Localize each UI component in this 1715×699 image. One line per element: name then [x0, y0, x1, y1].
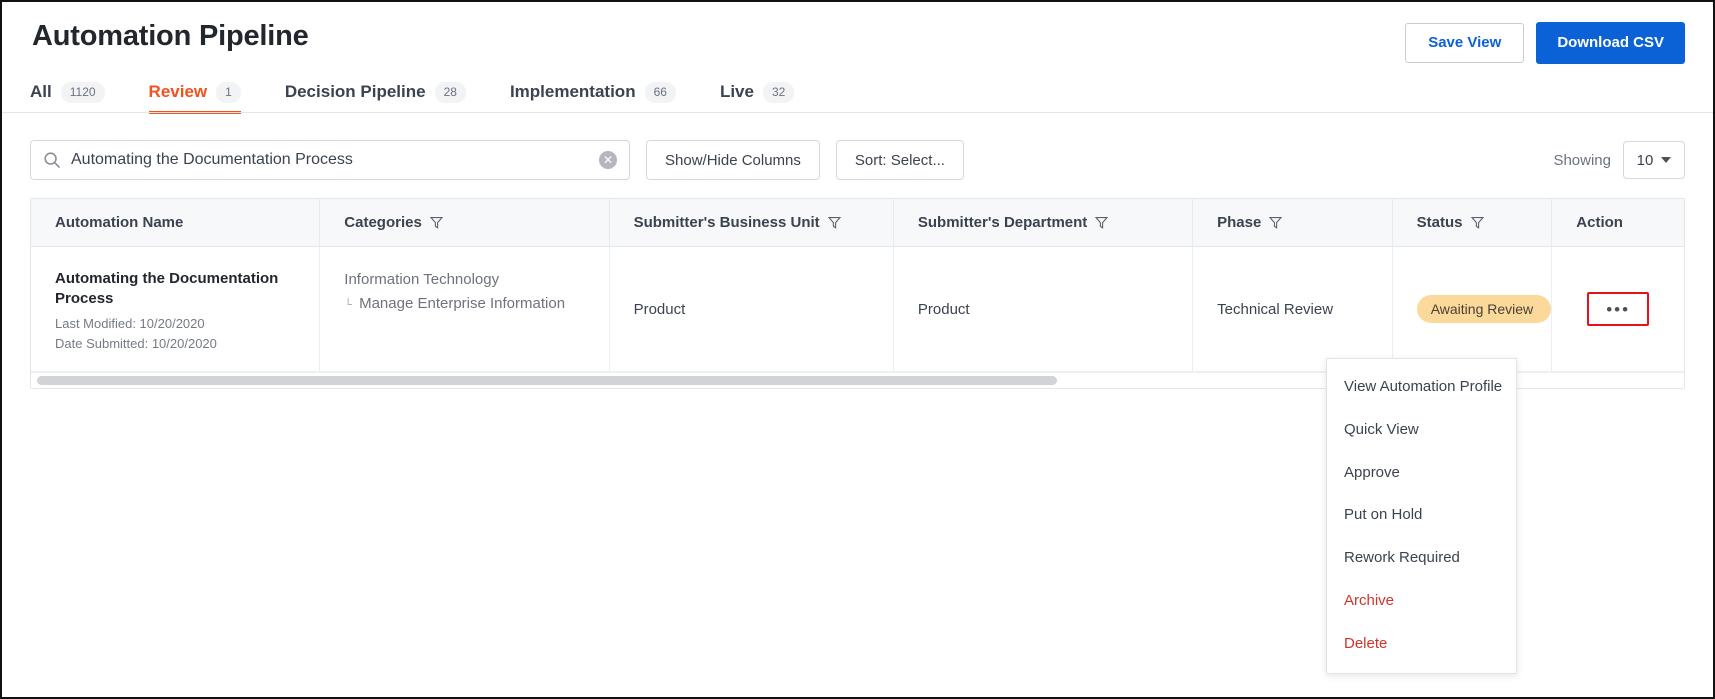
header-actions: Save View Download CSV — [1405, 22, 1685, 64]
row-actions-menu-button[interactable]: ••• — [1587, 292, 1650, 326]
tab-implementation[interactable]: Implementation 66 — [509, 81, 698, 114]
tab-bar-divider — [2, 112, 1713, 113]
cell-department: Product — [894, 247, 1194, 371]
phase-text: Technical Review — [1217, 300, 1334, 318]
tab-review[interactable]: Review 1 — [148, 81, 263, 115]
chevron-down-icon — [1661, 157, 1672, 163]
category-parent-text: Information Technology — [344, 271, 500, 288]
tab-review-count: 1 — [216, 81, 241, 103]
sort-select-button[interactable]: Sort: Select... — [835, 140, 964, 180]
column-header-automation-name-label: Automation Name — [55, 213, 184, 231]
filter-icon[interactable] — [1095, 216, 1109, 229]
table-row[interactable]: Automating the Documentation Process Las… — [31, 247, 1684, 372]
column-header-categories-label: Categories — [344, 213, 422, 231]
column-header-business-unit-label: Submitter's Business Unit — [633, 213, 820, 231]
table-scrollbar-thumb[interactable] — [37, 376, 1057, 385]
search-input[interactable] — [71, 151, 599, 169]
showing-controls: Showing 10 — [1553, 141, 1685, 179]
column-header-categories[interactable]: Categories — [320, 198, 610, 247]
status-badge: Awaiting Review — [1416, 295, 1552, 323]
table-header-row: Automation Name Categories Submitter's B… — [31, 198, 1684, 247]
app-window: Automation Pipeline Save View Download C… — [0, 0, 1715, 699]
cell-status: Awaiting Review — [1393, 247, 1553, 371]
filter-icon[interactable] — [1269, 216, 1283, 229]
column-header-business-unit[interactable]: Submitter's Business Unit — [610, 198, 894, 247]
column-header-status-label: Status — [1416, 213, 1463, 231]
column-header-status[interactable]: Status — [1393, 198, 1553, 247]
filter-icon[interactable] — [1470, 216, 1484, 229]
filter-toolbar: ✕ Show/Hide Columns Sort: Select... Show… — [2, 132, 1713, 188]
category-child: └ Manage Enterprise Information — [344, 292, 608, 316]
business-unit-text: Product — [633, 300, 686, 318]
filter-icon[interactable] — [827, 216, 841, 229]
tree-elbow-icon: └ — [344, 298, 353, 311]
last-modified-text: Last Modified: 10/20/2020 — [55, 316, 205, 331]
menu-item-rework-required[interactable]: Rework Required — [1327, 537, 1516, 580]
menu-item-delete[interactable]: Delete — [1327, 623, 1516, 666]
download-csv-button[interactable]: Download CSV — [1536, 22, 1685, 64]
menu-item-quick-view[interactable]: Quick View — [1327, 409, 1516, 452]
column-header-phase-label: Phase — [1217, 213, 1262, 231]
row-actions-dropdown: View Automation Profile Quick View Appro… — [1326, 358, 1517, 675]
tab-all-count: 1120 — [60, 81, 105, 103]
tab-live[interactable]: Live 32 — [719, 81, 816, 114]
search-icon — [43, 151, 61, 169]
tab-decision-pipeline[interactable]: Decision Pipeline 28 — [284, 81, 488, 114]
menu-item-put-on-hold[interactable]: Put on Hold — [1327, 494, 1516, 537]
tab-decision-pipeline-label: Decision Pipeline — [284, 82, 426, 102]
page-size-value: 10 — [1636, 151, 1654, 169]
menu-item-archive[interactable]: Archive — [1327, 580, 1516, 623]
menu-item-approve[interactable]: Approve — [1327, 452, 1516, 495]
tab-all[interactable]: All 1120 — [30, 81, 127, 114]
column-header-phase[interactable]: Phase — [1193, 198, 1393, 247]
tab-decision-pipeline-count: 28 — [434, 81, 466, 103]
page-header: Automation Pipeline Save View Download C… — [2, 2, 1713, 115]
category-child-text: Manage Enterprise Information — [359, 294, 566, 312]
column-header-automation-name[interactable]: Automation Name — [31, 198, 321, 247]
show-hide-columns-button[interactable]: Show/Hide Columns — [646, 140, 820, 180]
menu-item-view-automation-profile[interactable]: View Automation Profile — [1327, 366, 1516, 409]
cell-business-unit: Product — [610, 247, 894, 371]
column-header-department-label: Submitter's Department — [917, 213, 1088, 231]
tab-bar: All 1120 Review 1 Decision Pipeline 28 I… — [30, 81, 838, 115]
page-size-select[interactable]: 10 — [1623, 141, 1685, 179]
cell-categories: Information Technology └ Manage Enterpri… — [320, 247, 610, 371]
automation-name-text[interactable]: Automating the Documentation Process — [55, 269, 319, 308]
filter-icon[interactable] — [429, 216, 443, 229]
cell-action: ••• — [1552, 247, 1684, 371]
tab-implementation-label: Implementation — [509, 82, 636, 102]
tab-live-count: 32 — [762, 81, 795, 103]
save-view-button[interactable]: Save View — [1405, 23, 1525, 63]
tab-implementation-count: 66 — [644, 81, 676, 103]
clear-search-icon[interactable]: ✕ — [599, 151, 617, 169]
tab-all-label: All — [30, 82, 52, 102]
department-text: Product — [917, 300, 970, 318]
tab-live-label: Live — [719, 82, 754, 102]
cell-automation-name: Automating the Documentation Process Las… — [31, 247, 321, 371]
cell-phase: Technical Review — [1193, 247, 1393, 371]
search-box[interactable]: ✕ — [30, 140, 630, 180]
column-header-action-label: Action — [1576, 213, 1623, 231]
date-submitted-text: Date Submitted: 10/20/2020 — [55, 335, 217, 351]
column-header-department[interactable]: Submitter's Department — [894, 198, 1194, 247]
showing-label: Showing — [1553, 151, 1611, 169]
column-header-action: Action — [1552, 199, 1684, 247]
tab-review-label: Review — [148, 82, 208, 102]
